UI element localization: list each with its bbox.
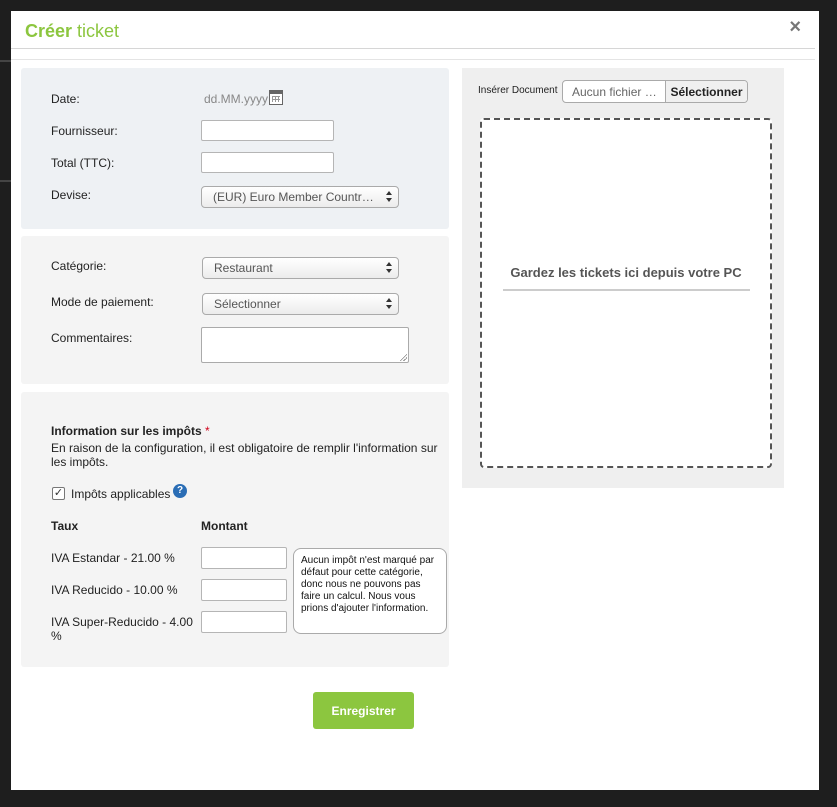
- calendar-icon[interactable]: [269, 90, 283, 105]
- tax-amount-input[interactable]: [201, 547, 287, 569]
- taxes-title-text: Information sur les impôts: [51, 424, 202, 438]
- date-label: Date:: [51, 92, 80, 106]
- supplier-input[interactable]: [201, 120, 334, 141]
- save-button[interactable]: Enregistrer: [313, 692, 414, 729]
- modal-title-rest: ticket: [72, 21, 120, 41]
- select-arrows-icon: [386, 191, 392, 203]
- drop-zone[interactable]: Gardez les tickets ici depuis votre PC: [480, 118, 772, 468]
- taxes-description: En raison de la configuration, il est ob…: [51, 441, 438, 469]
- select-file-button[interactable]: Sélectionner: [665, 81, 747, 102]
- tax-amount-input[interactable]: [201, 579, 287, 601]
- tax-info-note: Aucun impôt n'est marqué par défaut pour…: [293, 548, 447, 634]
- tax-rate-label: IVA Estandar - 21.00 %: [51, 551, 175, 565]
- close-icon[interactable]: ×: [789, 16, 801, 39]
- comments-textarea[interactable]: [201, 327, 409, 363]
- currency-select-value: (EUR) Euro Member Countr…: [213, 190, 374, 204]
- create-ticket-modal: Créer ticket × Date: dd.MM.yyyy Fourniss…: [11, 11, 819, 790]
- total-input[interactable]: [201, 152, 334, 173]
- tax-rate-label: IVA Reducido - 10.00 %: [51, 583, 178, 597]
- header-divider-secondary: [11, 59, 815, 60]
- amount-column-header: Montant: [201, 519, 248, 533]
- tax-rate-label: IVA Super-Reducido - 4.00 %: [51, 615, 193, 643]
- modal-title-bold: Créer: [25, 21, 73, 41]
- category-select-value: Restaurant: [214, 261, 273, 275]
- file-input[interactable]: Aucun fichier … Sélectionner: [562, 80, 748, 103]
- category-label: Catégorie:: [51, 259, 107, 273]
- select-arrows-icon: [386, 262, 392, 274]
- modal-title: Créer ticket: [25, 21, 119, 42]
- taxes-title: Information sur les impôts *: [51, 424, 210, 438]
- payment-select-value: Sélectionner: [214, 297, 281, 311]
- supplier-label: Fournisseur:: [51, 124, 118, 138]
- resize-handle-icon[interactable]: [399, 353, 407, 361]
- select-arrows-icon: [386, 298, 392, 310]
- category-select[interactable]: Restaurant: [202, 257, 399, 279]
- drop-zone-text: Gardez les tickets ici depuis votre PC: [510, 265, 742, 280]
- tax-amount-input[interactable]: [201, 611, 287, 633]
- background-fragment: [0, 180, 11, 182]
- file-name: Aucun fichier …: [572, 85, 657, 99]
- header-divider: [11, 48, 815, 49]
- required-mark: *: [205, 424, 210, 438]
- comments-label: Commentaires:: [51, 331, 133, 345]
- payment-select[interactable]: Sélectionner: [202, 293, 399, 315]
- insert-document-label: Insérer Document: [478, 85, 558, 96]
- help-icon[interactable]: ?: [173, 484, 187, 498]
- currency-label: Devise:: [51, 188, 92, 202]
- payment-label: Mode de paiement:: [51, 295, 154, 309]
- drop-zone-divider: [503, 289, 750, 291]
- background-fragment: [0, 60, 11, 62]
- taxes-applicable-checkbox[interactable]: ✓: [52, 487, 65, 500]
- rate-column-header: Taux: [51, 519, 79, 533]
- currency-select[interactable]: (EUR) Euro Member Countr…: [201, 186, 399, 208]
- total-label: Total (TTC):: [51, 156, 115, 170]
- checkmark-icon: ✓: [53, 487, 64, 499]
- taxes-applicable-label: Impôts applicables: [71, 487, 171, 501]
